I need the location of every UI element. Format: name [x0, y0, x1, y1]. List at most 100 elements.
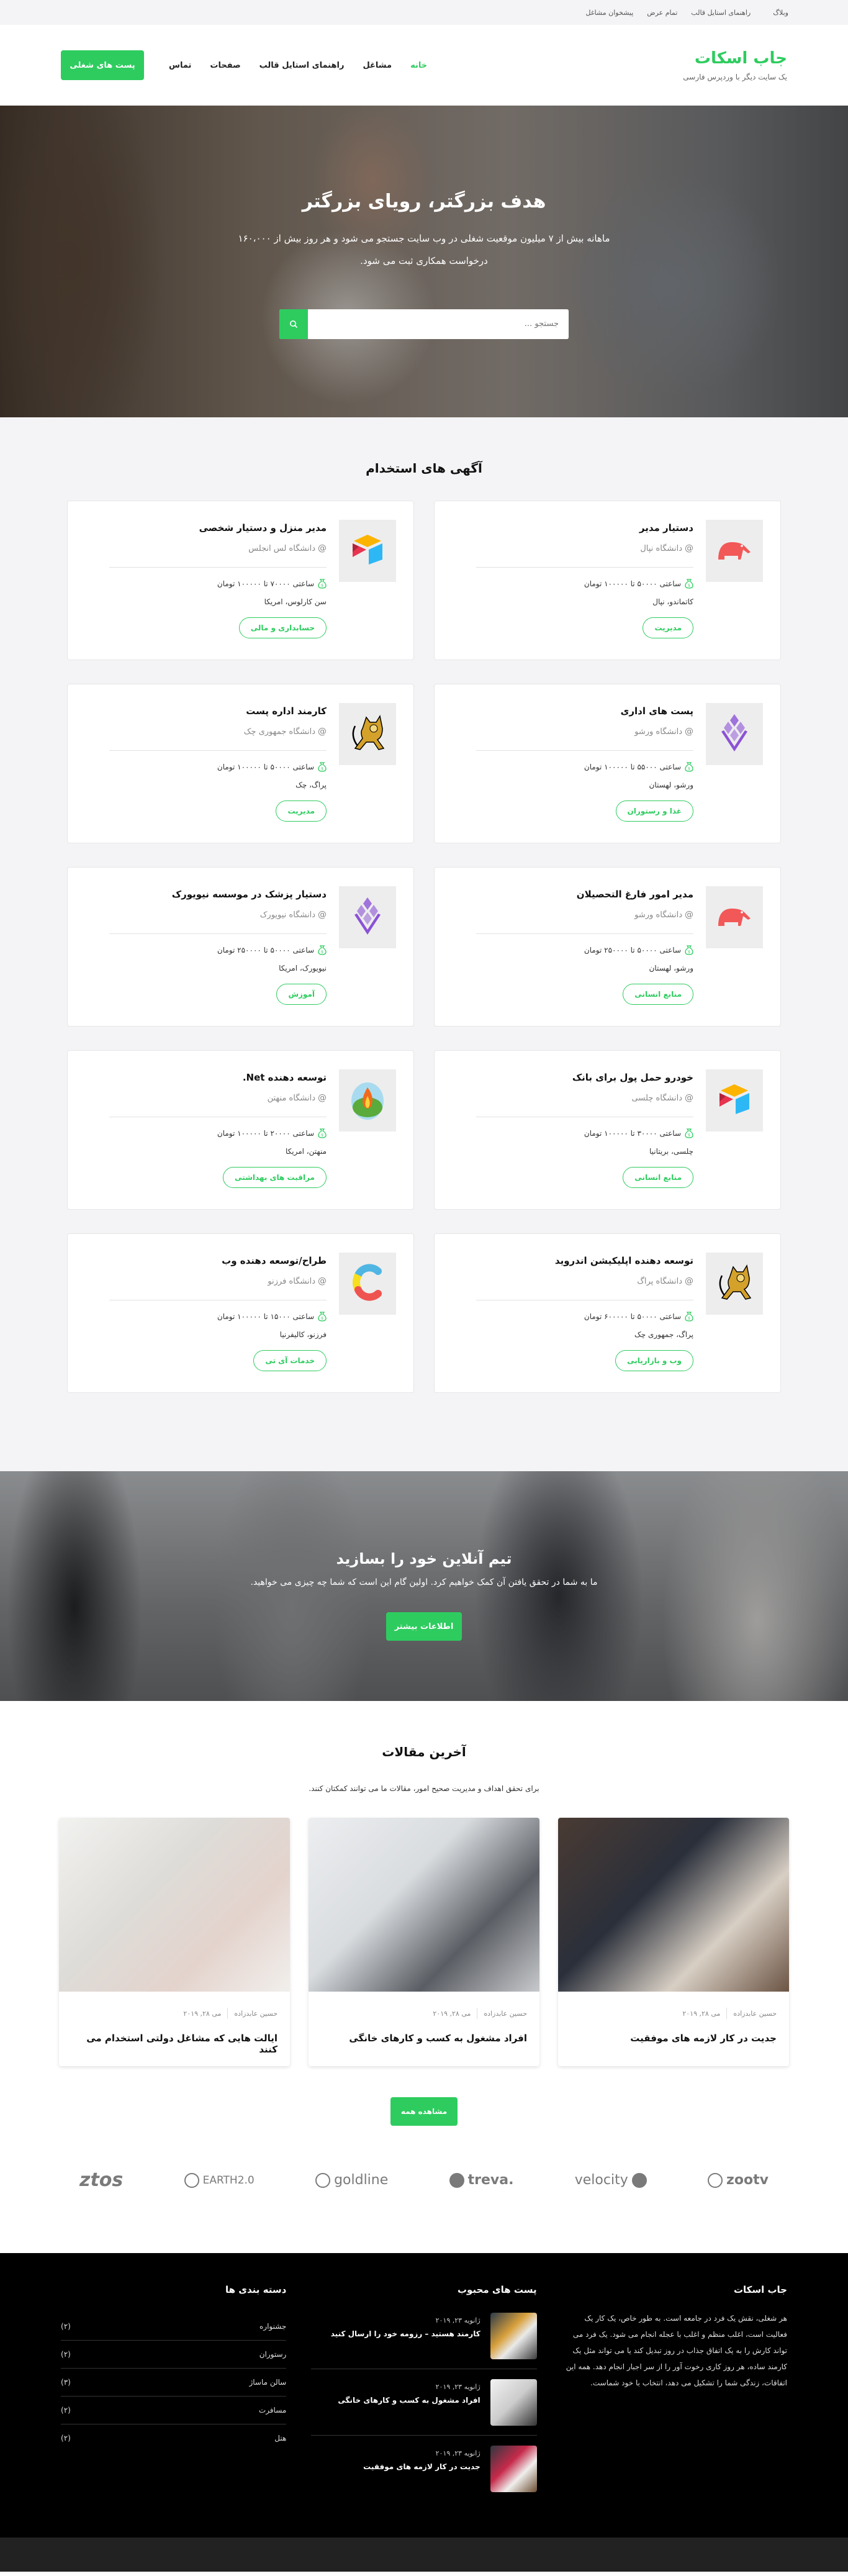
job-title[interactable]: کارمند اداره پست — [86, 705, 327, 717]
svg-text:$: $ — [321, 584, 323, 588]
company-logo[interactable] — [339, 703, 396, 765]
nav-item-style-guide[interactable]: راهنمای استایل قالب — [259, 61, 345, 70]
at-sign-icon: @ — [318, 910, 327, 920]
job-card[interactable]: توسعه دهنده Net. @ دانشگاه منهتن $ ساعتی… — [67, 1050, 414, 1210]
job-category-tag[interactable]: مراقبت های بهداشتی — [223, 1167, 327, 1188]
article-author[interactable]: حسین عابدزاده — [234, 2010, 277, 2018]
site-logo-title[interactable]: جاب اسکات — [683, 49, 787, 68]
company-logo[interactable] — [706, 886, 763, 948]
job-title[interactable]: طراح/توسعه دهنده وب — [86, 1255, 327, 1266]
category-item[interactable]: سالن ماساژ (۳) — [61, 2369, 287, 2397]
popular-post-item[interactable]: ژانویه ۲۳, ۲۰۱۹ کارمند هستید – رزومه خود… — [311, 2313, 537, 2369]
job-location: چلسی، بریتانیا — [649, 1147, 693, 1156]
category-item[interactable]: جشنواره (۲) — [61, 2313, 287, 2341]
popular-post-item[interactable]: ژانویه ۲۳, ۲۰۱۹ جدیت در کار لازمه های مو… — [311, 2446, 537, 2501]
job-category-tag[interactable]: حسابداری و مالی — [238, 617, 327, 638]
article-image[interactable] — [59, 1818, 290, 1992]
job-card[interactable]: دستیار پزشک در موسسه نیویورک @ دانشگاه ن… — [67, 867, 414, 1027]
job-title[interactable]: دستیار مدیر — [453, 522, 693, 533]
more-info-button[interactable]: اطلاعات بیشتر — [386, 1612, 462, 1641]
article-author[interactable]: حسین عابدزاده — [484, 2010, 527, 2018]
at-sign-icon: @ — [318, 1093, 327, 1103]
article-card[interactable]: حسین عابدزاده می ۲۸, ۲۰۱۹ جدیت در کار لا… — [558, 1818, 789, 2066]
category-count: (۲) — [61, 2406, 71, 2415]
popular-post-thumbnail[interactable] — [490, 2379, 537, 2426]
job-category-tag[interactable]: مدیریت — [276, 800, 327, 822]
nav-item-jobs[interactable]: مشاغل — [363, 61, 392, 70]
popular-post-thumbnail[interactable] — [490, 2446, 537, 2492]
job-location: ورشو، لهستان — [649, 781, 693, 789]
card-divider — [109, 750, 327, 751]
article-image[interactable] — [309, 1818, 539, 1992]
job-title[interactable]: خودرو حمل پول برای بانک — [453, 1072, 693, 1083]
job-title[interactable]: مدیر منزل و دستیار شخصی — [86, 522, 327, 533]
nav-item-contact[interactable]: تماس — [169, 61, 191, 70]
job-card[interactable]: مدیر منزل و دستیار شخصی @ دانشگاه لس انج… — [67, 501, 414, 660]
job-card[interactable]: خودرو حمل پول برای بانک @ دانشگاه چلسی $… — [434, 1050, 781, 1210]
popular-post-thumbnail[interactable] — [490, 2313, 537, 2359]
job-category-tag[interactable]: غذا و رستوران — [615, 800, 693, 822]
job-category-tag[interactable]: وب و بازاریابی — [615, 1350, 693, 1371]
company-logo[interactable] — [339, 520, 396, 582]
category-name[interactable]: مسافرت — [259, 2406, 286, 2415]
company-logo[interactable] — [339, 1253, 396, 1315]
nav-item-pages[interactable]: صفحات — [210, 61, 240, 70]
company-logo[interactable] — [706, 520, 763, 582]
money-bag-icon: $ — [318, 1312, 327, 1322]
company-logo[interactable] — [706, 703, 763, 765]
popular-post-item[interactable]: ژانویه ۲۳, ۲۰۱۹ افراد مشغول به کسب و کار… — [311, 2379, 537, 2436]
article-card[interactable]: حسین عابدزاده می ۲۸, ۲۰۱۹ افراد مشغول به… — [309, 1818, 539, 2066]
job-card[interactable]: مدیر امور فارغ التحصیلان @ دانشگاه ورشو … — [434, 867, 781, 1027]
topbar-link-jobs-dashboard[interactable]: پیشخوان مشاغل — [586, 9, 634, 17]
job-category-tag[interactable]: مدیریت — [643, 617, 693, 638]
category-name[interactable]: سالن ماساژ — [249, 2378, 286, 2387]
job-title[interactable]: دستیار پزشک در موسسه نیویورک — [86, 889, 327, 900]
job-company: @ دانشگاه منهتن — [86, 1093, 327, 1103]
popular-post-title[interactable]: کارمند هستید – رزومه خود را ارسال کنید — [331, 2329, 480, 2338]
article-card[interactable]: حسین عابدزاده می ۲۸, ۲۰۱۹ ایالت هایی که … — [59, 1818, 290, 2066]
topbar-link-style-guide[interactable]: راهنمای استایل قالب — [691, 9, 751, 17]
category-item[interactable]: هتل (۲) — [61, 2424, 286, 2452]
see-all-button[interactable]: مشاهده همه — [390, 2097, 458, 2126]
job-title[interactable]: مدیر امور فارغ التحصیلان — [453, 889, 693, 900]
job-card[interactable]: طراح/توسعه دهنده وب @ دانشگاه فرزنو $ سا… — [67, 1233, 414, 1393]
salary-text: ساعتی ۵۰۰۰۰ تا ۲۵۰۰۰۰ تومان — [217, 946, 314, 955]
job-card[interactable]: دستیار مدیر @ دانشگاه نپال $ ساعتی ۵۰۰۰۰… — [434, 501, 781, 660]
job-category-tag[interactable]: منابع انسانی — [623, 1167, 693, 1188]
company-logo[interactable] — [706, 1253, 763, 1315]
job-title[interactable]: توسعه دهنده اپلیکیشن اندروید — [453, 1255, 693, 1266]
job-category-tag[interactable]: خدمات آی تی — [253, 1350, 327, 1371]
category-item[interactable]: رستوران (۲) — [61, 2341, 287, 2369]
search-input[interactable] — [308, 309, 569, 339]
article-title[interactable]: جدیت در کار لازمه های موفقیت — [571, 2033, 777, 2044]
company-logo[interactable] — [339, 1069, 396, 1132]
topbar-link-full-width[interactable]: تمام عرض — [647, 9, 677, 17]
job-card[interactable]: توسعه دهنده اپلیکیشن اندروید @ دانشگاه پ… — [434, 1233, 781, 1393]
popular-post-title[interactable]: افراد مشغول به کسب و کارهای خانگی — [338, 2396, 480, 2405]
category-name[interactable]: جشنواره — [259, 2322, 286, 2331]
job-category-tag[interactable]: آموزش — [276, 984, 327, 1005]
card-divider — [476, 933, 693, 934]
category-name[interactable]: رستوران — [259, 2350, 287, 2359]
job-company: @ دانشگاه لس انجلس — [86, 543, 327, 553]
job-company: @ دانشگاه فرزنو — [86, 1276, 327, 1286]
company-logo[interactable] — [339, 886, 396, 948]
article-image[interactable] — [558, 1818, 789, 1992]
post-job-button[interactable]: پست های شغلی — [61, 50, 144, 80]
topbar-link-blog[interactable]: وبلاگ — [773, 9, 788, 17]
job-title[interactable]: پست های اداری — [453, 705, 693, 717]
job-category-tag[interactable]: منابع انسانی — [623, 984, 693, 1005]
job-card[interactable]: کارمند اداره پست @ دانشگاه جمهوری چک $ س… — [67, 684, 414, 843]
nav-item-home[interactable]: خانه — [410, 61, 427, 70]
job-title[interactable]: توسعه دهنده Net. — [86, 1072, 327, 1083]
article-title[interactable]: ایالت هایی که مشاغل دولتی استخدام می کنن… — [71, 2033, 277, 2055]
popular-post-title[interactable]: جدیت در کار لازمه های موفقیت — [363, 2462, 480, 2471]
article-title[interactable]: افراد مشغول به کسب و کارهای خانگی — [321, 2033, 527, 2044]
category-name[interactable]: هتل — [274, 2434, 286, 2442]
search-button[interactable] — [279, 309, 308, 339]
category-item[interactable]: مسافرت (۲) — [61, 2397, 287, 2424]
job-card[interactable]: پست های اداری @ دانشگاه ورشو $ ساعتی ۵۵۰… — [434, 684, 781, 843]
article-author[interactable]: حسین عابدزاده — [733, 2010, 777, 2018]
footer-categories-title: دسته بندی ها — [225, 2284, 287, 2295]
company-logo[interactable] — [706, 1069, 763, 1132]
